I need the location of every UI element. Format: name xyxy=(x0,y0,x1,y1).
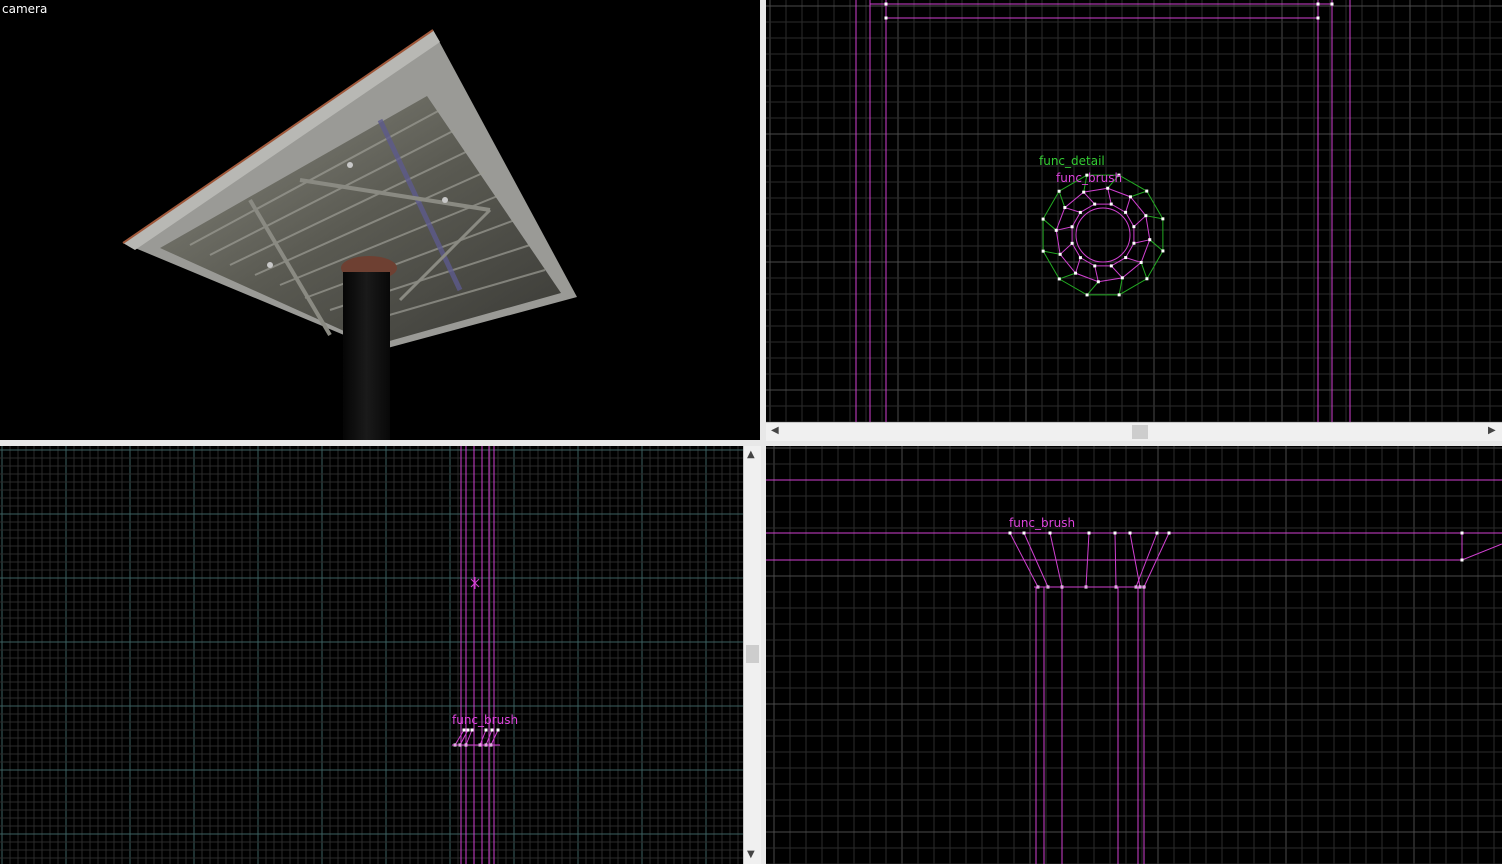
vertex-handle[interactable] xyxy=(1161,217,1165,221)
vertex-handle[interactable] xyxy=(1096,280,1100,284)
flare-edge xyxy=(1114,532,1117,588)
viewport-title: camera xyxy=(2,2,48,16)
vertex-handle[interactable] xyxy=(1022,531,1026,535)
vertex-handle[interactable] xyxy=(1078,256,1082,260)
pole xyxy=(343,272,390,440)
brush-spoke xyxy=(1133,215,1147,228)
vertex-handle[interactable] xyxy=(1144,214,1148,218)
vertex-handle[interactable] xyxy=(1117,293,1121,297)
vertex-handle[interactable] xyxy=(1041,217,1045,221)
detail-spoke xyxy=(1086,281,1099,296)
vertex-handle[interactable] xyxy=(1109,202,1113,206)
vertex-handle[interactable] xyxy=(1074,271,1078,275)
vertex-handle[interactable] xyxy=(1109,264,1113,268)
vertex-handle[interactable] xyxy=(496,728,500,732)
vertex-handle[interactable] xyxy=(1124,256,1128,260)
vertex-handle[interactable] xyxy=(1460,558,1464,562)
vertex-handle[interactable] xyxy=(1460,531,1464,535)
vertex-handle[interactable] xyxy=(1093,264,1097,268)
vertex-handle[interactable] xyxy=(1087,531,1091,535)
vertex-handle[interactable] xyxy=(1057,189,1061,193)
vertex-handle[interactable] xyxy=(1078,210,1082,214)
vertex-handle[interactable] xyxy=(1124,210,1128,214)
func-brush-label: func_brush xyxy=(1056,171,1123,185)
detail-spoke xyxy=(1058,191,1066,208)
vertex-handle[interactable] xyxy=(466,728,470,732)
vertex-handle[interactable] xyxy=(1139,260,1143,264)
brush-spoke xyxy=(1075,257,1081,274)
vertex-handle[interactable] xyxy=(1082,190,1086,194)
scroll-down-icon[interactable]: ▼ xyxy=(747,850,755,860)
vertex-handle[interactable] xyxy=(1093,202,1097,206)
grid-lines xyxy=(766,446,1502,864)
brush-spoke xyxy=(1059,242,1073,255)
vertex-handle[interactable] xyxy=(884,16,888,20)
vertex-handle[interactable] xyxy=(1057,277,1061,281)
grid-lines xyxy=(766,0,1502,422)
top-viewport[interactable]: func_detail func_brush xyxy=(766,0,1502,422)
vertex-handle[interactable] xyxy=(1145,277,1149,281)
detail-spoke xyxy=(1042,218,1057,231)
vertex-handle[interactable] xyxy=(1041,249,1045,253)
top-viewport-hscrollbar[interactable]: ◀ ▶ xyxy=(766,422,1502,441)
brush-spoke xyxy=(1107,188,1112,205)
brush-ring xyxy=(1055,187,1151,283)
brush-spoke xyxy=(1064,207,1081,213)
scroll-thumb[interactable] xyxy=(746,645,759,663)
vertex-handle[interactable] xyxy=(1167,531,1171,535)
vertex-handle[interactable] xyxy=(1316,16,1320,20)
func-detail-label: func_detail xyxy=(1039,154,1105,168)
camera-viewport[interactable]: camera xyxy=(0,0,760,440)
vertex-handle[interactable] xyxy=(884,2,888,6)
brush-spoke xyxy=(1110,265,1123,279)
vertex-handle[interactable] xyxy=(1113,531,1117,535)
vertex-handle[interactable] xyxy=(1155,531,1159,535)
brush-ring xyxy=(1042,174,1164,296)
vertex-handle[interactable] xyxy=(1070,241,1074,245)
detail-spoke xyxy=(1149,239,1164,252)
vertex-handle[interactable] xyxy=(1132,225,1136,229)
vertex-handle[interactable] xyxy=(484,728,488,732)
vertex-handle[interactable] xyxy=(1058,252,1062,256)
side-grid xyxy=(0,446,743,864)
vertex-handle[interactable] xyxy=(1120,276,1124,280)
grid-lines xyxy=(0,446,743,864)
vertex-handle[interactable] xyxy=(1330,2,1334,6)
vertex-handle[interactable] xyxy=(1132,241,1136,245)
brush-spoke xyxy=(1125,196,1131,213)
vertex-handle[interactable] xyxy=(490,728,494,732)
camera-render xyxy=(122,29,577,440)
canopy-edge xyxy=(1461,543,1502,561)
func-brush-label: func_brush xyxy=(1009,516,1076,530)
front-viewport[interactable]: func_brush xyxy=(766,446,1502,864)
side-viewport[interactable]: func_brush xyxy=(0,446,743,864)
scroll-thumb[interactable] xyxy=(1132,425,1148,439)
top-grid xyxy=(766,0,1502,422)
vertex-handle[interactable] xyxy=(1145,189,1149,193)
detail-spoke xyxy=(1130,190,1147,198)
detail-spoke xyxy=(1140,262,1148,279)
vertex-handle[interactable] xyxy=(1085,293,1089,297)
vertex-handle[interactable] xyxy=(470,728,474,732)
brush-spoke xyxy=(1133,239,1150,244)
vertex-handle[interactable] xyxy=(1148,238,1152,242)
vertex-handle[interactable] xyxy=(1161,249,1165,253)
vertex-handle[interactable] xyxy=(1128,531,1132,535)
vertex-handle[interactable] xyxy=(1063,206,1067,210)
vertex-handle[interactable] xyxy=(1054,228,1058,232)
brush-spoke xyxy=(1094,265,1099,282)
vertex-handle[interactable] xyxy=(462,728,466,732)
vertex-handle[interactable] xyxy=(1048,531,1052,535)
front-grid xyxy=(766,446,1502,864)
scroll-right-icon[interactable]: ▶ xyxy=(1488,426,1496,436)
vertex-handle[interactable] xyxy=(1106,186,1110,190)
side-viewport-vscrollbar[interactable]: ▲ ▼ xyxy=(743,446,761,864)
vertex-handle[interactable] xyxy=(1070,225,1074,229)
scroll-up-icon[interactable]: ▲ xyxy=(747,450,755,460)
func-brush-label: func_brush xyxy=(452,713,519,727)
scroll-left-icon[interactable]: ◀ xyxy=(771,426,779,436)
vertex-handle[interactable] xyxy=(1008,531,1012,535)
vertex-handle[interactable] xyxy=(1128,195,1132,199)
vertex-handle[interactable] xyxy=(1316,2,1320,6)
